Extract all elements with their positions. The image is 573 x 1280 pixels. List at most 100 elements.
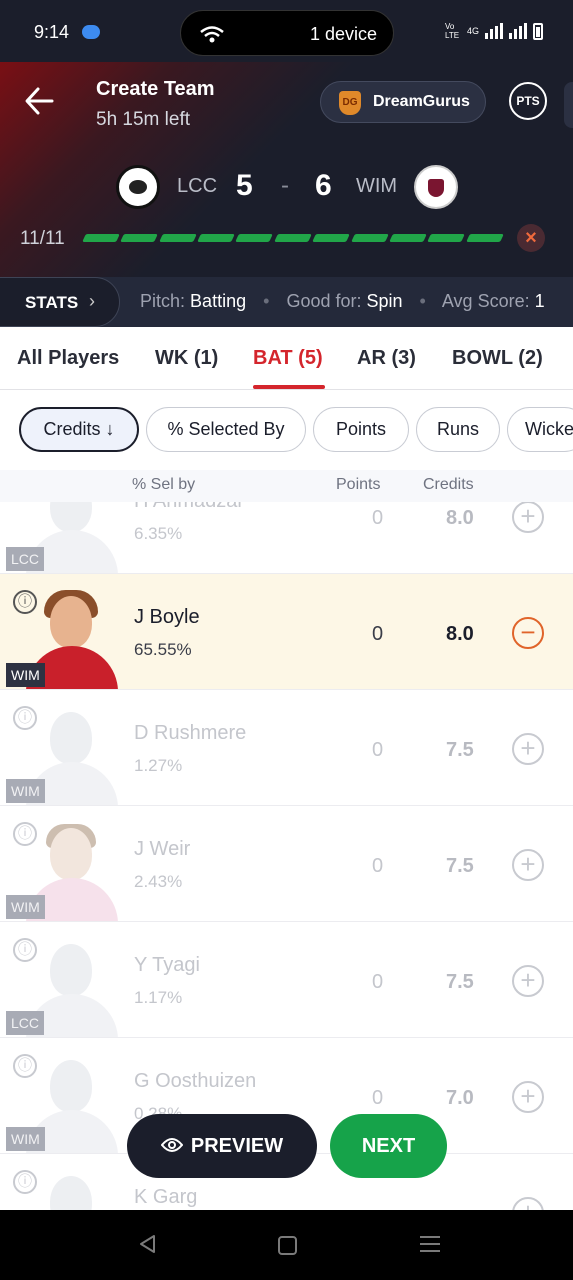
nav-back-icon[interactable] (138, 1234, 156, 1254)
battery-icon (533, 22, 543, 40)
team-tag: LCC (6, 547, 45, 571)
player-sel-pct: 6.35% (134, 524, 183, 543)
info-icon[interactable]: ⓘ (13, 822, 37, 846)
status-bar: 9:14 1 device Vo LTE 4G (0, 0, 573, 62)
selection-progress-bar (82, 234, 504, 242)
nav-home-icon[interactable] (278, 1236, 297, 1255)
team-tag: LCC (6, 1011, 45, 1035)
tab-all-players[interactable]: All Players (17, 347, 119, 370)
player-points: 0 (372, 855, 384, 877)
col-credits: Credits (423, 476, 474, 493)
add-player-plus-icon[interactable]: + (512, 849, 544, 881)
player-row[interactable]: ⓘ WIM D Rushmere 1.27% 0 7.5 + (0, 690, 573, 806)
progress-segment (427, 234, 466, 242)
stats-button[interactable]: STATS › (0, 277, 120, 327)
time-left: 5h 15m left (96, 109, 190, 130)
volte-label: Vo LTE (444, 22, 460, 40)
tab-wk[interactable]: WK (1) (155, 347, 218, 370)
player-points: 0 (372, 623, 384, 645)
preview-label: PREVIEW (190, 1135, 284, 1157)
pts-button[interactable]: PTS (509, 82, 547, 120)
remove-player-minus-icon[interactable]: − (512, 617, 544, 649)
status-icons: Vo LTE 4G (445, 22, 543, 40)
eye-icon (160, 1137, 183, 1152)
tab-bowl[interactable]: BOWL (2) (452, 347, 543, 370)
progress-segment (389, 234, 428, 242)
pitch-value: Batting (190, 291, 247, 311)
player-row[interactable]: ⓘ WIM J Weir 2.43% 0 7.5 + (0, 806, 573, 922)
cast-pill[interactable]: 1 device (180, 10, 394, 56)
tab-ar[interactable]: AR (3) (357, 347, 416, 370)
player-list: LCC H Ahmadzai 6.35% 0 8.0 + ⓘ WIM J Boy… (0, 468, 573, 1210)
info-icon[interactable]: ⓘ (13, 1054, 37, 1078)
progress-segment (235, 234, 274, 242)
score-separator: - (281, 172, 289, 199)
info-icon[interactable]: ⓘ (13, 1170, 37, 1194)
sort-points-chip[interactable]: Points (313, 407, 409, 452)
pitch-label: Pitch: (140, 291, 186, 311)
info-icon[interactable]: ⓘ (13, 938, 37, 962)
player-sel-pct: 65.55% (134, 640, 192, 659)
next-button[interactable]: NEXT (330, 1114, 447, 1178)
stats-button-label: STATS (25, 293, 79, 312)
player-sel-pct: 1.27% (134, 756, 183, 775)
player-credits: 7.5 (446, 855, 474, 877)
progress-segment (120, 234, 159, 242)
info-icon[interactable]: ⓘ (13, 590, 37, 614)
sort-credits-chip[interactable]: Credits ↓ (19, 407, 139, 452)
preview-button[interactable]: PREVIEW (127, 1114, 317, 1178)
player-credits: 7.5 (446, 971, 474, 993)
dreamgurus-label: DreamGurus (373, 93, 470, 110)
player-points: 0 (372, 971, 384, 993)
add-player-plus-icon[interactable]: + (512, 501, 544, 533)
col-sel-by: % Sel by (132, 476, 196, 493)
team-tag: WIM (6, 1127, 45, 1151)
clear-selection-close-icon[interactable]: × (517, 224, 545, 252)
team1-count: 5 (236, 169, 253, 202)
wim-logo-icon (414, 165, 458, 209)
cloud-icon (82, 25, 100, 39)
team-tag: WIM (6, 895, 45, 919)
team1-name: LCC (177, 175, 218, 197)
player-credits: 8.0 (446, 507, 474, 529)
progress-segment (82, 234, 121, 242)
tab-bat[interactable]: BAT (5) (253, 347, 323, 370)
signal-icon (485, 23, 503, 39)
add-player-plus-icon[interactable]: + (512, 1197, 544, 1210)
team2-name: WIM (356, 175, 398, 197)
active-tab-indicator (253, 385, 325, 389)
col-points: Points (336, 476, 381, 493)
back-arrow-icon[interactable] (24, 84, 54, 118)
network-label: 4G (466, 26, 479, 36)
info-icon[interactable]: ⓘ (13, 706, 37, 730)
add-player-plus-icon[interactable]: + (512, 965, 544, 997)
sort-runs-chip[interactable]: Runs (416, 407, 500, 452)
player-points: 0 (372, 507, 384, 529)
team-tag: WIM (6, 663, 45, 687)
pitch-stats-bar: STATS › Pitch: Batting • Good for: Spin … (0, 277, 573, 327)
player-name: G Oosthuizen (134, 1070, 257, 1092)
player-name: Y Tyagi (134, 954, 200, 976)
player-credits: 7.0 (446, 1087, 474, 1109)
wifi-icon (200, 26, 224, 43)
player-credits: 8.0 (446, 623, 474, 645)
nav-menu-icon[interactable] (420, 1236, 440, 1256)
progress-segment (273, 234, 313, 242)
player-name: D Rushmere (134, 722, 247, 744)
player-row-selected[interactable]: ⓘ WIM J Boyle 65.55% 0 8.0 − (0, 574, 573, 690)
selected-count: 11/11 (20, 228, 65, 249)
progress-segment (350, 234, 389, 242)
avg-score-value: 1 (534, 291, 545, 311)
dreamgurus-button[interactable]: DG DreamGurus (320, 81, 486, 123)
sort-wickets-chip[interactable]: Wicke (507, 407, 573, 452)
page-title: Create Team (96, 78, 215, 100)
side-panel-edge[interactable] (564, 82, 573, 128)
player-credits: 7.5 (446, 739, 474, 761)
player-row[interactable]: ⓘ LCC Y Tyagi 1.17% 0 7.5 + (0, 922, 573, 1038)
good-for-value: Spin (366, 291, 403, 311)
progress-segment (312, 234, 351, 242)
add-player-plus-icon[interactable]: + (512, 1081, 544, 1113)
player-list-header: % Sel by Points Credits (0, 470, 573, 502)
add-player-plus-icon[interactable]: + (512, 733, 544, 765)
sort-selected-by-chip[interactable]: % Selected By (146, 407, 306, 452)
